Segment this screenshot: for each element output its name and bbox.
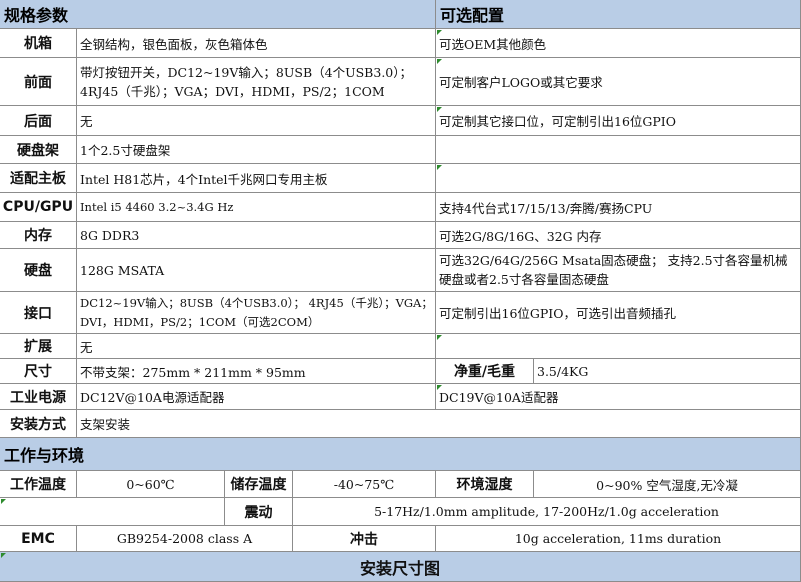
size-value: 不带支架：275mm * 211mm * 95mm: [77, 359, 436, 384]
storage-option: 可选32G/64G/256G Msata固态硬盘； 支持2.5寸各容量机械硬盘或…: [436, 249, 801, 292]
vibration-label: 震动: [225, 498, 293, 526]
comment-marker: [437, 107, 442, 112]
motherboard-value: Intel H81芯片，4个Intel千兆网口专用主板: [77, 164, 436, 193]
emc-value: GB9254-2008 class A: [77, 526, 293, 552]
cpu-gpu-value: Intel i5 4460 3.2~3.4G Hz: [77, 193, 436, 222]
motherboard-label: 适配主板: [0, 164, 77, 193]
comment-marker: [1, 553, 6, 558]
expansion-label: 扩展: [0, 334, 77, 359]
front-option: 可定制客户LOGO或其它要求: [436, 58, 801, 106]
expansion-option: [436, 334, 801, 359]
rear-value: 无: [77, 106, 436, 136]
chassis-option: 可选OEM其他颜色: [436, 29, 801, 58]
power-label: 工业电源: [0, 384, 77, 410]
humidity-value: 0~90% 空气湿度,无冷凝: [534, 471, 801, 498]
optional-header: 可选配置: [436, 0, 801, 29]
rear-option: 可定制其它接口位，可定制引出16位GPIO: [436, 106, 801, 136]
comment-marker: [437, 30, 442, 35]
chassis-label: 机箱: [0, 29, 77, 58]
power-value: DC12V@10A电源适配器: [77, 384, 436, 410]
mounting-value: 支架安装: [77, 410, 801, 438]
expansion-value: 无: [77, 334, 436, 359]
environment-header: 工作与环境: [0, 438, 801, 471]
op-temp-value: 0~60℃: [77, 471, 225, 498]
front-value: 带灯按钮开关，DC12~19V输入；8USB（4个USB3.0）；4RJ45（千…: [77, 58, 436, 106]
ports-label: 接口: [0, 292, 77, 334]
vibration-value: 5-17Hz/1.0mm amplitude, 17-200Hz/1.0g ac…: [293, 498, 801, 526]
humidity-label: 环境湿度: [436, 471, 534, 498]
drive-bay-value: 1个2.5寸硬盘架: [77, 136, 436, 164]
shock-value: 10g acceleration, 11ms duration: [436, 526, 801, 552]
power-option: DC19V@10A适配器: [436, 384, 801, 410]
weight-value: 3.5/4KG: [534, 359, 801, 384]
memory-option: 可选2G/8G/16G、32G 内存: [436, 222, 801, 249]
chassis-value: 全钢结构，银色面板，灰色箱体色: [77, 29, 436, 58]
spec-sheet: 规格参数 可选配置 机箱 全钢结构，银色面板，灰色箱体色 可选OEM其他颜色 前…: [0, 0, 801, 582]
storage-label: 硬盘: [0, 249, 77, 292]
op-temp-label: 工作温度: [0, 471, 77, 498]
mounting-label: 安装方式: [0, 410, 77, 438]
weight-label: 净重/毛重: [436, 359, 534, 384]
storage-temp-value: -40~75℃: [293, 471, 436, 498]
emc-label: EMC: [0, 526, 77, 552]
comment-marker: [437, 59, 442, 64]
rear-label: 后面: [0, 106, 77, 136]
front-label: 前面: [0, 58, 77, 106]
storage-temp-label: 储存温度: [225, 471, 293, 498]
comment-marker: [437, 165, 442, 170]
ports-value: DC12~19V输入；8USB（4个USB3.0）； 4RJ45（千兆）；VGA…: [77, 292, 436, 334]
spec-header: 规格参数: [0, 0, 436, 29]
comment-marker: [437, 335, 442, 340]
size-label: 尺寸: [0, 359, 77, 384]
comment-marker: [1, 499, 6, 504]
drive-bay-label: 硬盘架: [0, 136, 77, 164]
cpu-gpu-option: 支持4代台式17/15/13/奔腾/赛扬CPU: [436, 193, 801, 222]
shock-label: 冲击: [293, 526, 436, 552]
motherboard-option: [436, 164, 801, 193]
comment-marker: [437, 385, 442, 390]
storage-value: 128G MSATA: [77, 249, 436, 292]
install-drawing-header: 安装尺寸图: [0, 552, 801, 582]
ports-option: 可定制引出16位GPIO，可选引出音频插孔: [436, 292, 801, 334]
cpu-gpu-label: CPU/GPU: [0, 193, 77, 222]
memory-label: 内存: [0, 222, 77, 249]
vibration-blank-left: [0, 498, 225, 526]
memory-value: 8G DDR3: [77, 222, 436, 249]
drive-bay-option: [436, 136, 801, 164]
